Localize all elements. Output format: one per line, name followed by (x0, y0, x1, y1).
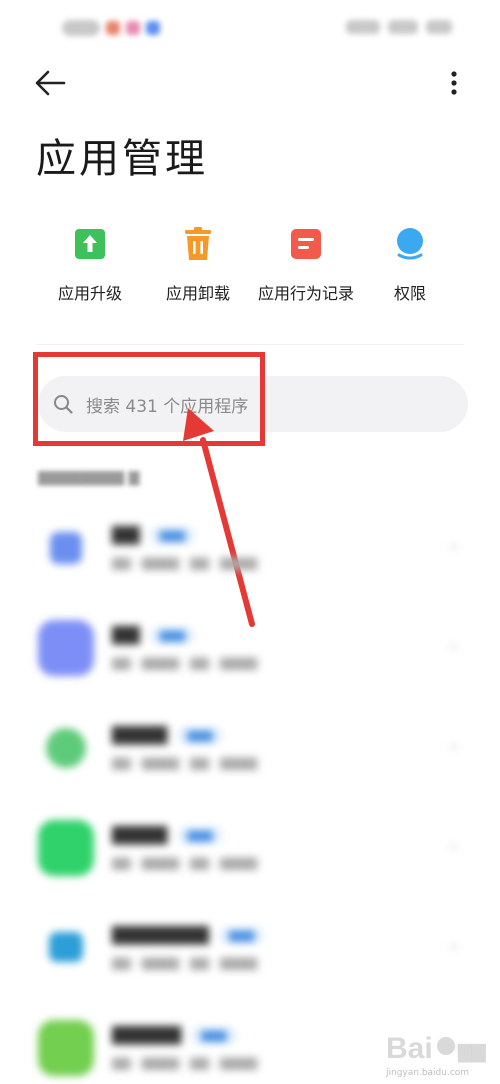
list-item[interactable]: ▇▇▇▇ ▇▇▇ ▇▇ · ▇▇▇▇ · ▇▇ · ▇▇▇▇ › (0, 800, 500, 900)
quick-action-label: 应用行为记录 (257, 284, 354, 303)
section-divider (36, 344, 464, 345)
watermark-logo: Bai ▇▇ (386, 1032, 487, 1065)
status-bar (0, 0, 500, 60)
list-item[interactable]: ▇▇▇▇ ▇▇▇ ▇▇ · ▇▇▇▇ · ▇▇ · ▇▇▇▇ › (0, 700, 500, 800)
list-item[interactable]: ▇▇ ▇▇▇ ▇▇ · ▇▇▇▇ · ▇▇ · ▇▇▇▇ › (0, 600, 500, 700)
quick-action-label: 应用升级 (57, 284, 122, 303)
annotation-highlight-box (33, 352, 265, 446)
more-button[interactable] (436, 64, 472, 104)
status-left-indicators (62, 20, 160, 36)
app-upgrade-button[interactable]: 应用升级 (30, 222, 150, 304)
app-behavior-record-button[interactable]: 应用行为记录 (246, 222, 366, 304)
list-section-header: ▇▇▇▇▇▇▇▇ ▇ (38, 470, 140, 486)
permission-button[interactable]: 权限 (370, 222, 450, 304)
battery-icon (426, 20, 452, 34)
notification-icon (106, 21, 120, 35)
upgrade-icon (70, 222, 110, 266)
back-button[interactable] (30, 66, 70, 100)
record-icon (286, 222, 326, 266)
watermark-text: jingyan.baidu.com (386, 1068, 470, 1078)
permission-icon (390, 222, 430, 266)
app-uninstall-button[interactable]: 应用卸载 (148, 222, 248, 304)
list-item[interactable]: ▇▇▇▇▇▇▇ ▇▇▇ ▇▇ · ▇▇▇▇ · ▇▇ · ▇▇▇▇ › (0, 900, 500, 1000)
svg-text:▇▇: ▇▇ (457, 1042, 487, 1063)
page-title: 应用管理 (36, 136, 208, 182)
svg-text:Bai: Bai (386, 1032, 433, 1065)
arrow-left-icon (35, 70, 66, 96)
status-right-indicators (346, 20, 452, 34)
signal-icon (346, 20, 380, 34)
notification-icon (126, 21, 140, 35)
more-vertical-icon (451, 71, 457, 95)
status-time-blurred (62, 20, 100, 36)
quick-action-label: 权限 (393, 284, 426, 303)
wifi-icon (388, 20, 418, 34)
list-item[interactable]: ▇▇ ▇▇▇ ▇▇ · ▇▇▇▇ · ▇▇ · ▇▇▇▇ › (0, 500, 500, 600)
quick-actions: 应用升级 应用卸载 应用行为记录 权限 (30, 222, 480, 312)
trash-icon (178, 222, 218, 266)
quick-action-label: 应用卸载 (165, 284, 230, 303)
notification-icon (146, 21, 160, 35)
